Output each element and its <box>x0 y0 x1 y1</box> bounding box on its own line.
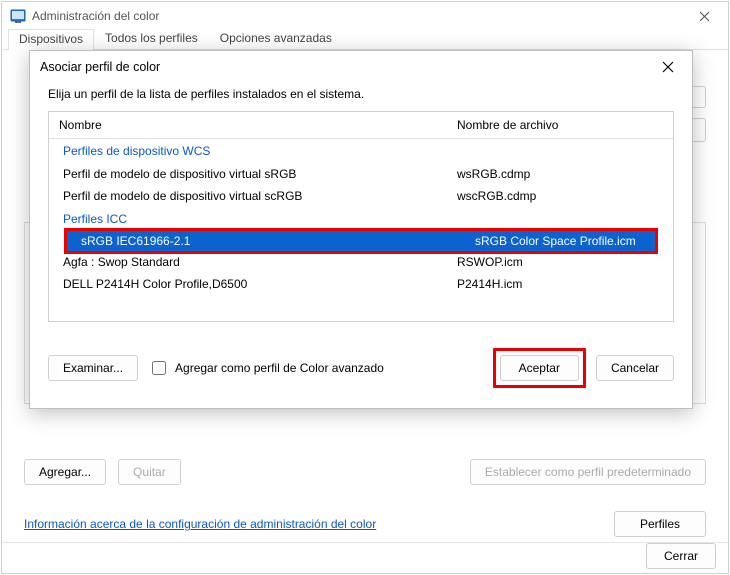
cell-name: Perfil de modelo de dispositivo virtual … <box>49 187 447 205</box>
cell-file: wscRGB.cdmp <box>447 187 673 205</box>
cancel-button[interactable]: Cancelar <box>596 355 674 381</box>
window-title: Administración del color <box>32 9 684 23</box>
list-item[interactable]: DELL P2414H Color Profile,D6500 P2414H.i… <box>49 273 673 295</box>
advanced-profile-checkbox[interactable]: Agregar como perfil de Color avanzado <box>148 358 384 378</box>
profiles-button[interactable]: Perfiles <box>614 511 706 537</box>
dialog-titlebar: Asociar perfil de color <box>30 51 692 83</box>
footer-separator <box>2 542 728 543</box>
close-button[interactable]: Cerrar <box>646 543 716 569</box>
list-item[interactable]: Perfil de modelo de dispositivo virtual … <box>49 185 673 207</box>
tab-devices[interactable]: Dispositivos <box>8 29 94 50</box>
col-header-file[interactable]: Nombre de archivo <box>447 112 673 138</box>
cell-file: wsRGB.cdmp <box>447 165 673 183</box>
list-item-selected[interactable]: sRGB IEC61966-2.1 sRGB Color Space Profi… <box>67 231 655 251</box>
cell-name: sRGB IEC61966-2.1 <box>67 232 465 250</box>
dialog-title: Asociar perfil de color <box>40 60 654 74</box>
browse-button[interactable]: Examinar... <box>48 355 138 381</box>
cell-name: Agfa : Swop Standard <box>49 253 447 271</box>
cell-file: RSWOP.icm <box>447 253 673 271</box>
profiles-listbox[interactable]: Nombre Nombre de archivo Perfiles de dis… <box>48 111 674 322</box>
color-management-window: Administración del color Dispositivos To… <box>1 1 729 574</box>
tabstrip: Dispositivos Todos los perfiles Opciones… <box>2 30 728 50</box>
list-header: Nombre Nombre de archivo <box>49 112 673 139</box>
remove-button: Quitar <box>118 459 181 485</box>
profile-actions-row: Agregar... Quitar Establecer como perfil… <box>24 459 706 485</box>
tab-advanced[interactable]: Opciones avanzadas <box>209 28 343 49</box>
col-header-name[interactable]: Nombre <box>49 112 447 138</box>
info-link[interactable]: Información acerca de la configuración d… <box>24 517 376 531</box>
cell-file: P2414H.icm <box>447 275 673 293</box>
group-wcs: Perfiles de dispositivo WCS <box>49 139 673 163</box>
list-body: Perfiles de dispositivo WCS Perfil de mo… <box>49 139 673 321</box>
advanced-profile-checkbox-input[interactable] <box>152 361 166 375</box>
app-icon <box>10 8 26 24</box>
titlebar: Administración del color <box>2 2 728 30</box>
tab-all-profiles[interactable]: Todos los perfiles <box>94 28 209 49</box>
cell-name: DELL P2414H Color Profile,D6500 <box>49 275 447 293</box>
associate-profile-dialog: Asociar perfil de color Elija un perfil … <box>29 50 693 409</box>
dialog-instruction: Elija un perfil de la lista de perfiles … <box>30 83 692 111</box>
window-close-button[interactable] <box>684 2 724 30</box>
set-default-button: Establecer como perfil predeterminado <box>470 459 706 485</box>
list-item[interactable]: Perfil de modelo de dispositivo virtual … <box>49 163 673 185</box>
add-button[interactable]: Agregar... <box>24 459 106 485</box>
dialog-close-button[interactable] <box>654 53 682 81</box>
accept-button[interactable]: Aceptar <box>500 355 579 381</box>
cell-file: sRGB Color Space Profile.icm <box>465 232 655 250</box>
dialog-button-row: Examinar... Agregar como perfil de Color… <box>30 322 692 408</box>
cell-name: Perfil de modelo de dispositivo virtual … <box>49 165 447 183</box>
advanced-profile-checkbox-label: Agregar como perfil de Color avanzado <box>175 361 384 375</box>
list-item[interactable]: Agfa : Swop Standard RSWOP.icm <box>49 251 673 273</box>
highlight-accept: Aceptar <box>493 348 586 388</box>
